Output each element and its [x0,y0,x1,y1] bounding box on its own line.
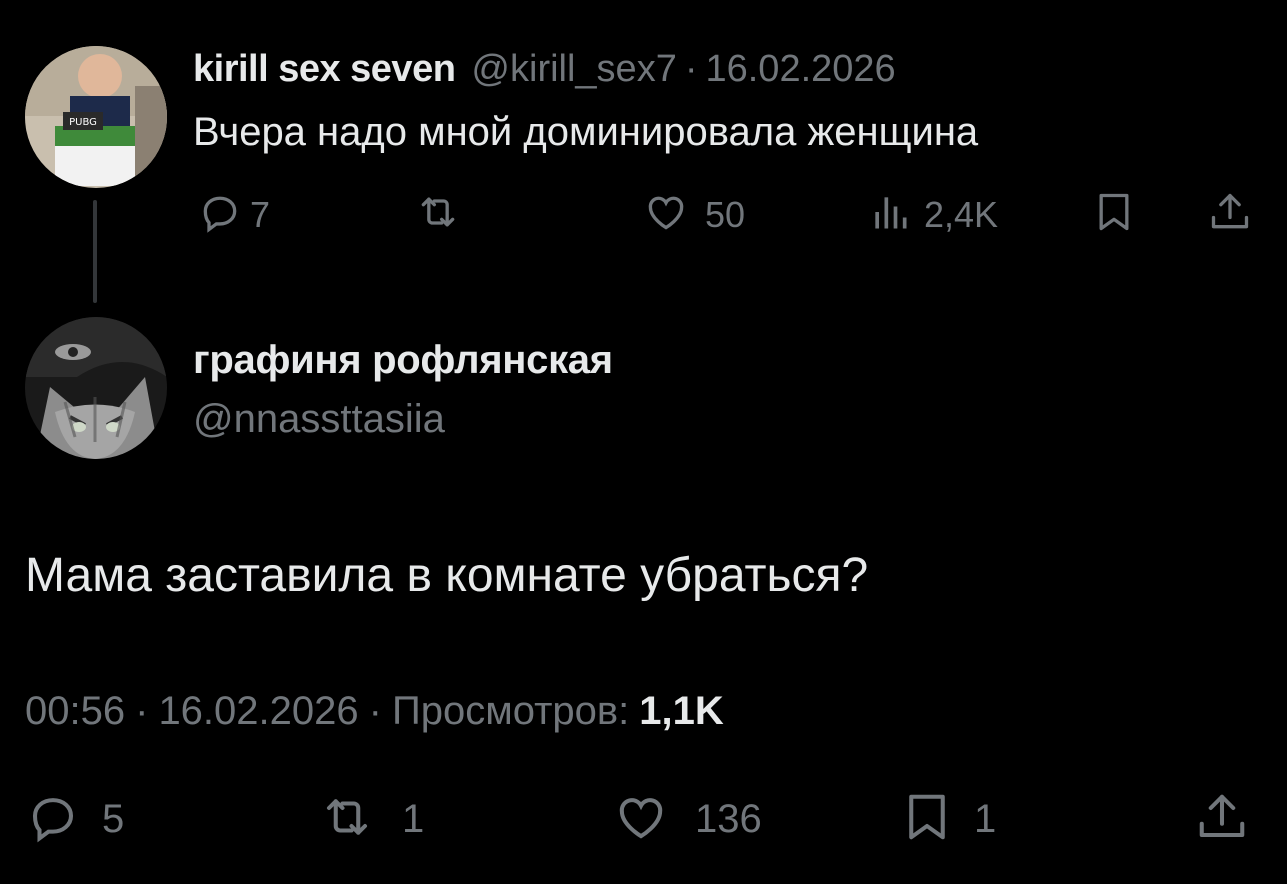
bookmark-icon [1094,190,1134,239]
parent-date[interactable]: 16.02.2026 [705,48,895,91]
parent-like-button[interactable]: 50 [641,190,745,239]
views-icon [870,190,910,239]
reply-retweet-count: 1 [402,797,425,841]
reply-reply-count: 5 [102,797,125,841]
parent-display-name[interactable]: kirill sex seven [193,48,456,91]
parent-views-button[interactable]: 2,4K [870,190,998,239]
reply-icon [26,790,80,849]
reply-action-bar: 5 1 136 1 [0,790,1287,846]
reply-avatar[interactable] [25,317,167,459]
parent-handle[interactable]: @kirill_sex7 [471,48,676,91]
reply-retweet-button[interactable]: 1 [314,790,424,849]
svg-text:PUBG: PUBG [69,117,97,128]
parent-reply-count: 7 [250,193,271,235]
parent-like-count: 50 [705,193,746,235]
parent-tweet-text: Вчера надо мной доминировала женщина [193,110,979,154]
separator-dot: · [368,689,382,733]
reply-bookmark-button[interactable]: 1 [902,790,996,849]
reply-share-button[interactable] [1194,790,1250,849]
reply-date[interactable]: 16.02.2026 [158,689,358,734]
reply-icon [198,190,242,239]
reply-bookmark-count: 1 [974,797,997,841]
like-icon [641,190,691,239]
views-label: Просмотров: [391,689,630,733]
retweet-icon [314,790,380,849]
reply-display-name[interactable]: графиня рофлянская [193,338,613,383]
bookmark-icon [902,790,952,849]
share-icon [1194,790,1250,849]
reply-handle[interactable]: @nnassttasiia [193,397,445,442]
reply-tweet-text: Мама заставила в комнате убраться? [25,549,869,602]
parent-retweet-button[interactable] [414,190,462,239]
share-icon [1208,190,1252,239]
reply-like-count: 136 [695,797,762,841]
like-icon [609,790,673,849]
reply-time[interactable]: 00:56 [25,689,125,734]
reply-meta-line: 00:56 · 16.02.2026 · Просмотров: 1,1K [25,689,724,734]
separator-dot: · [684,47,698,90]
parent-avatar[interactable]: PUBG [25,46,167,188]
parent-bookmark-button[interactable] [1094,190,1134,239]
reply-views-count: 1,1K [639,689,724,733]
parent-action-bar: 7 50 2,4K [0,190,1287,238]
parent-tweet-header: kirill sex seven @kirill_sex7 · 16.02.20… [193,44,896,94]
parent-share-button[interactable] [1208,190,1252,239]
separator-dot: · [135,689,149,733]
parent-reply-button[interactable]: 7 [198,190,270,239]
retweet-icon [414,190,462,239]
tweet-thread: PUBG kirill sex seven @kirill_sex7 · 16.… [0,0,1287,884]
reply-like-button[interactable]: 136 [609,790,762,849]
parent-views-count: 2,4K [924,193,999,235]
reply-reply-button[interactable]: 5 [26,790,124,849]
